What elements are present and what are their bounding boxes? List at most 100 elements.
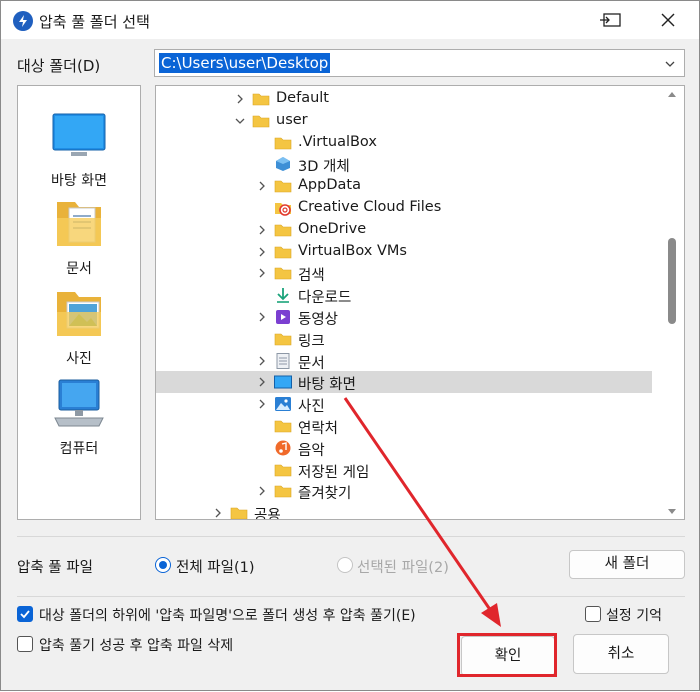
tree-item-label: 음악 xyxy=(298,442,325,459)
folder-icon xyxy=(274,222,292,238)
new-folder-button[interactable]: 새 폴더 xyxy=(569,550,685,579)
place-computer[interactable]: 컴퓨터 xyxy=(18,376,140,458)
tree-item-label: 저장된 게임 xyxy=(298,464,370,481)
3d-objects-icon xyxy=(274,156,292,172)
place-label: 사진 xyxy=(66,351,92,367)
pictures-icon xyxy=(274,396,292,412)
remember-settings-checkbox[interactable] xyxy=(585,606,601,622)
tree-item[interactable]: user xyxy=(156,110,652,132)
tree-item[interactable]: 링크 xyxy=(156,328,652,350)
all-files-label[interactable]: 전체 파일(1) xyxy=(176,556,255,577)
tree-scrollbar[interactable] xyxy=(660,86,684,519)
chevron-right-icon[interactable] xyxy=(256,180,268,192)
folder-icon xyxy=(274,462,292,478)
tree-item-label: 검색 xyxy=(298,268,325,285)
tree-item-label: 연락처 xyxy=(298,421,339,437)
folder-icon xyxy=(274,244,292,260)
tree-item[interactable]: 동영상 xyxy=(156,306,652,328)
tree-item[interactable]: OneDrive xyxy=(156,219,652,241)
cancel-button[interactable]: 취소 xyxy=(573,634,669,674)
remember-settings-label[interactable]: 설정 기억 xyxy=(606,605,662,625)
tree-item-label: Default xyxy=(276,90,329,106)
tree-item-label: user xyxy=(276,111,308,128)
tree-item[interactable]: 다운로드 xyxy=(156,284,652,306)
tree-item[interactable]: 공용 xyxy=(156,502,652,520)
scroll-down-icon[interactable] xyxy=(667,508,677,516)
places-bar: 바탕 화면 문서 사진 컴퓨터 xyxy=(17,85,141,520)
tree-item-label: VirtualBox VMs xyxy=(298,242,407,259)
place-pictures[interactable]: 사진 xyxy=(18,286,140,368)
chevron-down-icon[interactable] xyxy=(664,58,676,70)
context-help-button[interactable] xyxy=(595,5,629,35)
help-arrow-icon xyxy=(600,13,621,27)
document-icon xyxy=(274,352,292,369)
folder-icon xyxy=(274,265,292,281)
tree-item-label: .VirtualBox xyxy=(298,133,377,150)
folder-icon xyxy=(274,178,292,194)
music-icon xyxy=(274,440,292,456)
chevron-right-icon[interactable] xyxy=(256,398,268,410)
place-documents[interactable]: 문서 xyxy=(18,196,140,278)
tree-item[interactable]: 검색 xyxy=(156,262,652,284)
tree-item[interactable]: Default xyxy=(156,88,652,110)
title-bar: 압축 풀 폴더 선택 xyxy=(1,1,699,39)
tree-item[interactable]: .VirtualBox xyxy=(156,132,652,154)
chevron-right-icon[interactable] xyxy=(256,355,268,367)
chevron-right-icon[interactable] xyxy=(234,93,246,105)
checkmark-icon xyxy=(20,610,30,619)
target-folder-label: 대상 폴더(D) xyxy=(17,57,101,75)
folder-icon xyxy=(274,418,292,434)
tree-item-label: 동영상 xyxy=(298,312,339,328)
create-subfolder-checkbox[interactable] xyxy=(17,606,33,622)
tree-item[interactable]: VirtualBox VMs xyxy=(156,241,652,263)
chevron-right-icon[interactable] xyxy=(212,507,224,519)
tree-item-label: 3D 개체 xyxy=(298,159,350,176)
chevron-right-icon[interactable] xyxy=(256,224,268,236)
scroll-up-icon[interactable] xyxy=(667,90,677,98)
delete-archive-checkbox[interactable] xyxy=(17,636,33,652)
delete-archive-label[interactable]: 압축 풀기 성공 후 압축 파일 삭제 xyxy=(39,635,233,655)
tree-item[interactable]: 저장된 게임 xyxy=(156,459,652,481)
tree-item[interactable]: 바탕 화면 xyxy=(156,371,652,394)
divider xyxy=(17,536,685,537)
place-label: 바탕 화면 xyxy=(51,173,107,189)
place-desktop[interactable]: 바탕 화면 xyxy=(18,108,140,190)
tree-item-label: 즐겨찾기 xyxy=(298,486,352,503)
tree-item[interactable]: 3D 개체 xyxy=(156,153,652,175)
divider xyxy=(17,596,685,597)
chevron-right-icon[interactable] xyxy=(256,246,268,258)
target-folder-combobox[interactable]: C:\Users\user\Desktop xyxy=(154,49,685,77)
all-files-radio[interactable] xyxy=(155,557,171,573)
chevron-right-icon[interactable] xyxy=(256,485,268,497)
create-subfolder-label[interactable]: 대상 폴더의 하위에 '압축 파일명'으로 폴더 생성 후 압축 풀기(E) xyxy=(39,605,416,625)
desktop-icon xyxy=(49,108,109,164)
tree-item-label: 바탕 화면 xyxy=(298,377,356,394)
folder-icon xyxy=(274,483,292,499)
chevron-right-icon[interactable] xyxy=(256,376,268,388)
chevron-down-icon[interactable] xyxy=(234,115,246,127)
chevron-right-icon[interactable] xyxy=(256,311,268,323)
target-folder-value[interactable]: C:\Users\user\Desktop xyxy=(159,53,331,73)
extract-folder-dialog: 압축 풀 폴더 선택 대상 폴더(D) C:\Users\user\Deskto… xyxy=(0,0,700,691)
folder-tree[interactable]: Default user .VirtualBox 3D 개체 AppData Creati… xyxy=(155,85,685,520)
tree-item-label: 공용 xyxy=(254,508,281,520)
place-label: 문서 xyxy=(66,261,92,277)
selected-files-radio[interactable] xyxy=(337,557,353,573)
tree-item[interactable]: 즐겨찾기 xyxy=(156,480,652,502)
desktop-icon xyxy=(274,374,292,390)
scroll-thumb[interactable] xyxy=(668,238,676,324)
selected-files-label[interactable]: 선택된 파일(2) xyxy=(357,556,449,577)
folder-icon xyxy=(252,113,270,129)
tree-item-label: 문서 xyxy=(298,355,325,372)
tree-item[interactable]: 음악 xyxy=(156,437,652,459)
folder-icon xyxy=(252,91,270,107)
tree-item[interactable]: 사진 xyxy=(156,393,652,415)
close-button[interactable] xyxy=(651,5,685,35)
tree-item[interactable]: Creative Cloud Files xyxy=(156,197,652,219)
tree-item[interactable]: 문서 xyxy=(156,350,652,372)
tree-item[interactable]: 연락처 xyxy=(156,415,652,437)
tree-item[interactable]: AppData xyxy=(156,175,652,197)
download-icon xyxy=(274,287,292,303)
chevron-right-icon[interactable] xyxy=(256,267,268,279)
app-logo-icon xyxy=(13,11,33,31)
